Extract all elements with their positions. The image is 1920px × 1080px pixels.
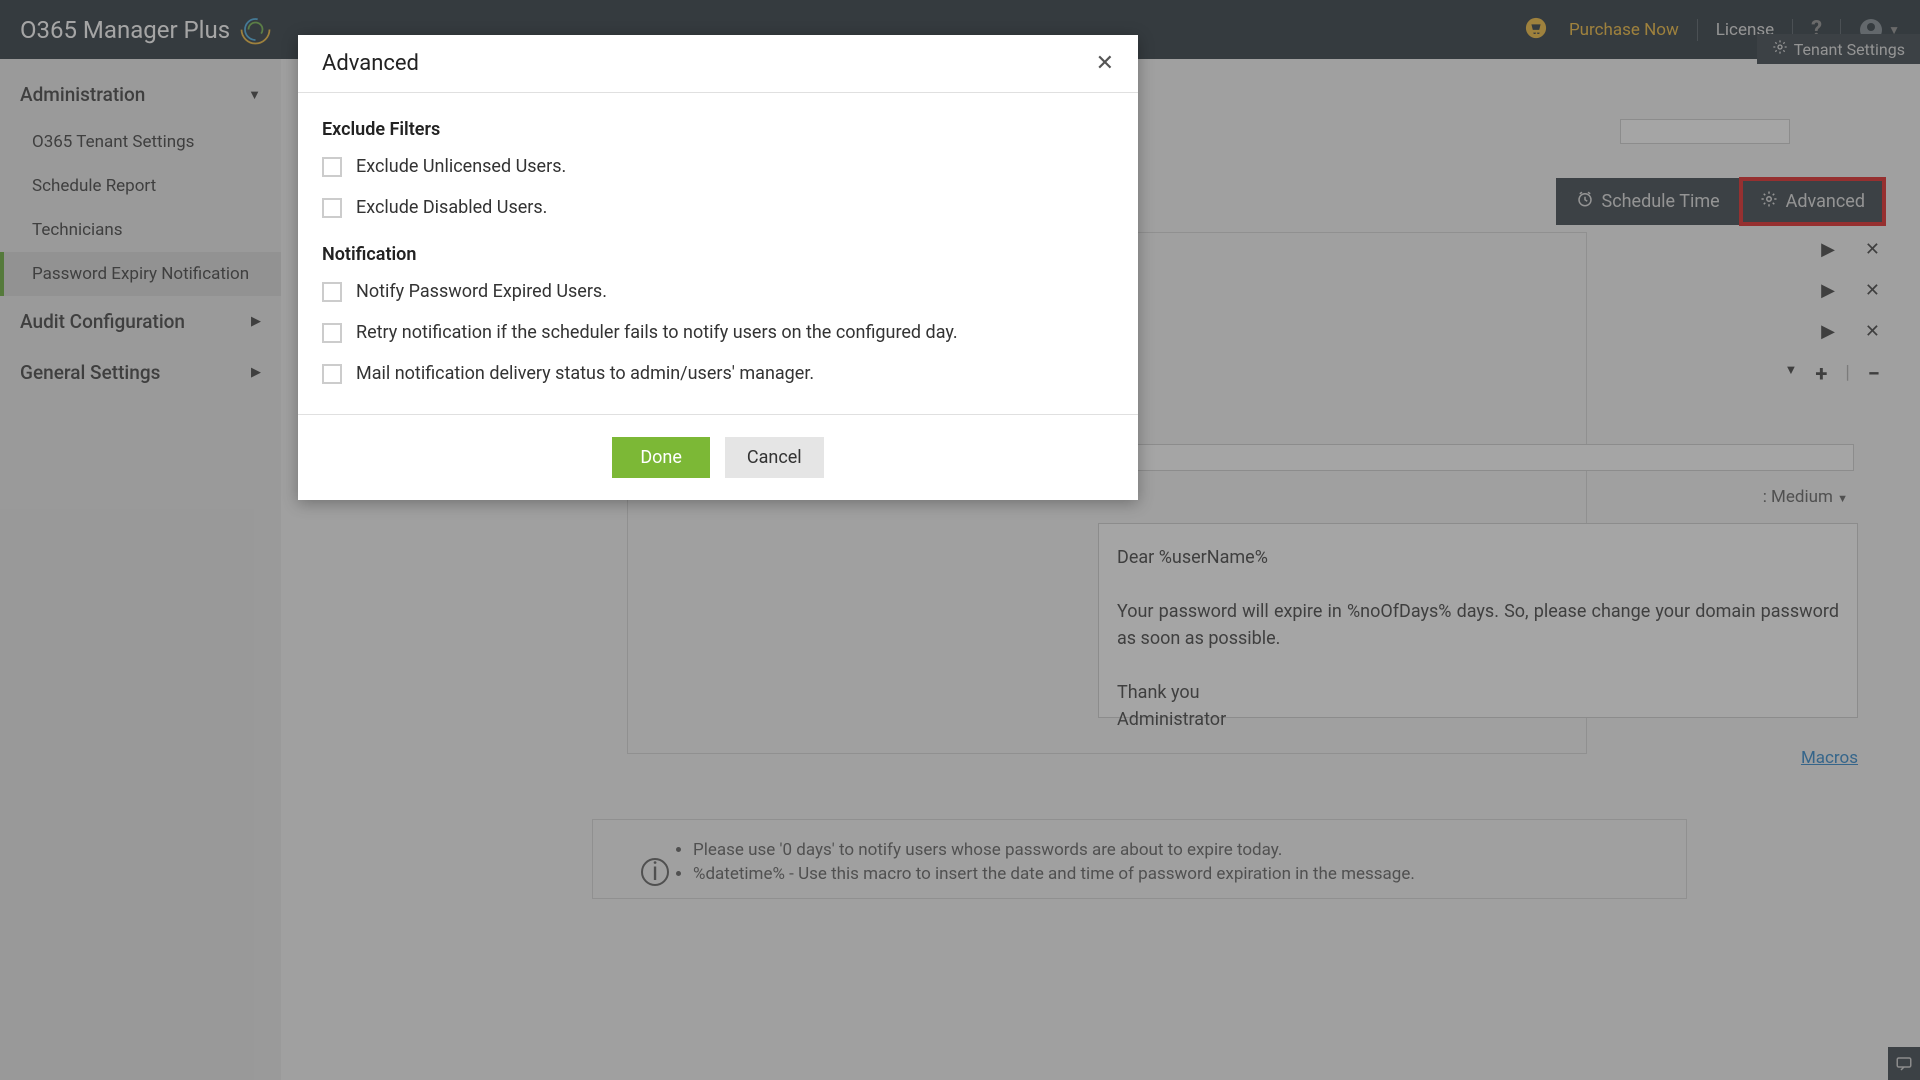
retry-notification-label: Retry notification if the scheduler fail… xyxy=(356,322,958,343)
modal-title: Advanced xyxy=(322,51,419,76)
mail-status-checkbox[interactable] xyxy=(322,364,342,384)
cancel-button[interactable]: Cancel xyxy=(725,437,824,478)
exclude-disabled-checkbox[interactable] xyxy=(322,198,342,218)
close-icon[interactable]: ✕ xyxy=(1096,51,1114,76)
exclude-filters-heading: Exclude Filters xyxy=(322,119,1114,140)
mail-status-label: Mail notification delivery status to adm… xyxy=(356,363,814,384)
notify-expired-checkbox[interactable] xyxy=(322,282,342,302)
retry-notification-checkbox[interactable] xyxy=(322,323,342,343)
notification-heading: Notification xyxy=(322,244,1114,265)
exclude-unlicensed-label: Exclude Unlicensed Users. xyxy=(356,156,566,177)
exclude-unlicensed-checkbox[interactable] xyxy=(322,157,342,177)
exclude-disabled-label: Exclude Disabled Users. xyxy=(356,197,547,218)
done-button[interactable]: Done xyxy=(612,437,710,478)
advanced-modal: Advanced ✕ Exclude Filters Exclude Unlic… xyxy=(298,35,1138,500)
notify-expired-label: Notify Password Expired Users. xyxy=(356,281,607,302)
